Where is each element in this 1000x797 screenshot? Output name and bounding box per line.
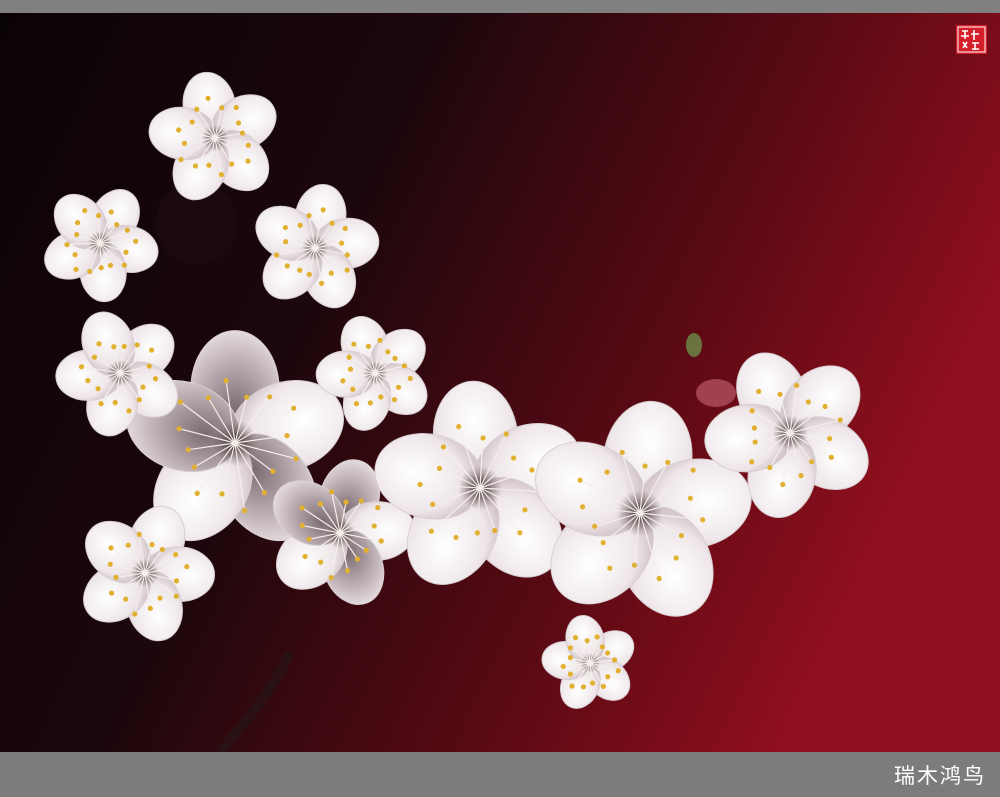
top-frame-bar [0,0,1000,13]
stamen-anther [284,433,290,439]
bud-red [696,379,736,407]
stamen-anther [176,426,182,432]
seal-stamp-icon [955,24,988,55]
stamen-anther [261,490,267,496]
stamen-anther [177,399,183,405]
stamen-anther [242,508,248,514]
stamen-anther [185,447,191,453]
stamen-anther [244,394,250,400]
stamen-anther [205,395,211,401]
stamen-anther [291,405,297,411]
stamen-anther [223,378,229,384]
photographer-signature: 瑞木鸿鸟 [894,764,986,788]
blossom-photo [0,13,1000,752]
bud-green [686,333,702,357]
bottom-frame-bar [0,752,1000,797]
stamen-anther [219,491,225,497]
stamen-anther [270,468,276,474]
stamen-anther [267,394,273,400]
stamen-anther [194,490,200,496]
stamen-anther [191,464,197,470]
photo [0,13,1000,752]
stamen-anther [293,456,299,462]
